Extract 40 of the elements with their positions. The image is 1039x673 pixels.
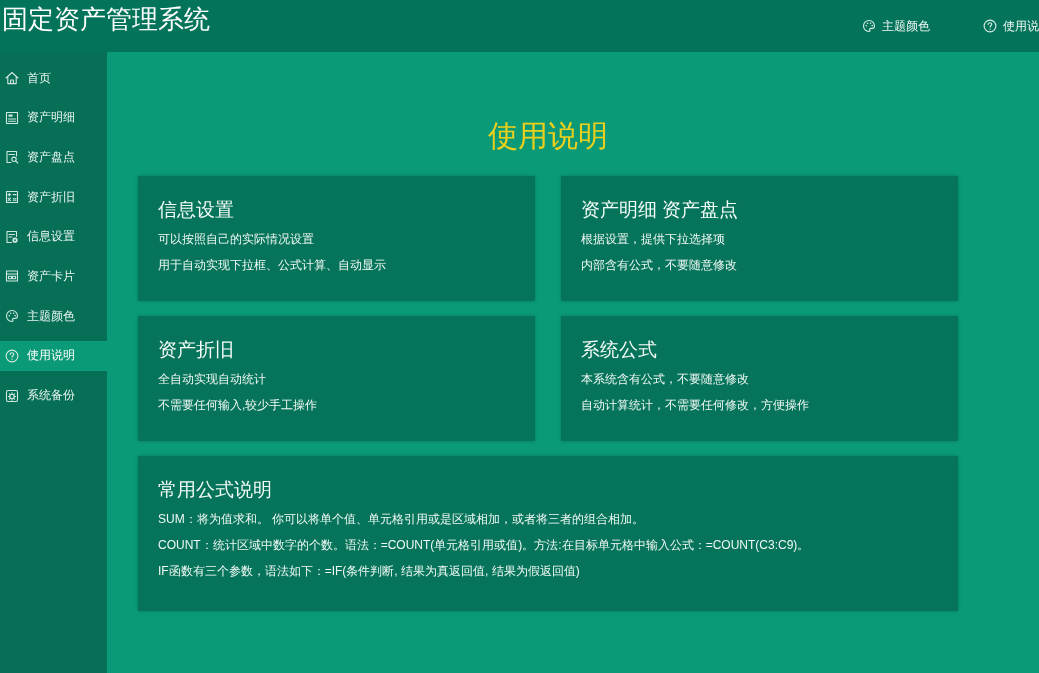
card-text: 内部含有公式，不要随意修改 [581, 257, 738, 274]
document-icon [5, 110, 19, 125]
document-gear-icon [5, 229, 19, 244]
card-text: 自动计算统计，不需要任何修改，方便操作 [581, 397, 810, 414]
card-icon [5, 269, 19, 284]
card-title: 系统公式 [581, 338, 658, 362]
help-button[interactable]: 使用说 [983, 18, 1039, 34]
sidebar-item[interactable]: 资产折旧 [0, 182, 107, 213]
card-text: COUNT：统计区域中数字的个数。语法：=COUNT(单元格引用或值)。方法:在目标单元格中输入公式：=COUNT(C3:C9)。 [158, 537, 811, 554]
card-text: 根据设置，提供下拉选择项 [581, 231, 726, 248]
card-text: 用于自动实现下拉框、公式计算、自动显示 [158, 257, 387, 274]
sidebar-item[interactable]: 系统备份 [0, 380, 107, 411]
document-search-icon [5, 150, 19, 165]
app-title: 固定资产管理系统 [2, 3, 210, 36]
sidebar-item[interactable]: 资产盘点 [0, 142, 107, 173]
sidebar-item[interactable]: 使用说明 [0, 340, 107, 371]
card-title: 信息设置 [158, 198, 235, 222]
card-title: 常用公式说明 [158, 478, 273, 502]
card-text: IF函数有三个参数，语法如下：=IF(条件判断, 结果为真返回值, 结果为假返回值) [158, 563, 581, 580]
card-title: 资产明细 资产盘点 [581, 198, 740, 222]
sidebar-item[interactable]: 首页 [0, 63, 107, 93]
palette-icon [5, 309, 19, 324]
card-text: 本系统含有公式，不要随意修改 [581, 371, 750, 388]
calculator-icon [5, 190, 19, 205]
card-title: 资产折旧 [158, 338, 235, 362]
sidebar-item[interactable]: 信息设置 [0, 221, 107, 252]
sidebar-item[interactable]: 主题颜色 [0, 301, 107, 332]
help-icon [5, 348, 19, 363]
sidebar-item[interactable]: 资产卡片 [0, 261, 107, 292]
card-text: 不需要任何输入,较少手工操作 [158, 397, 319, 414]
card-text: SUM：将为值求和。 你可以将单个值、单元格引用或是区域相加，或者将三者的组合相加。 [158, 511, 645, 528]
gear-square-icon [5, 388, 19, 403]
palette-icon [862, 19, 876, 33]
sidebar-item[interactable]: 资产明细 [0, 102, 107, 133]
home-icon [5, 71, 19, 85]
theme-color-button[interactable]: 主题颜色 [862, 18, 930, 34]
page-title: 使用说明 [487, 118, 609, 154]
card-text: 全自动实现自动统计 [158, 371, 267, 388]
card-text: 可以按照自己的实际情况设置 [158, 231, 315, 248]
help-icon [983, 19, 997, 33]
